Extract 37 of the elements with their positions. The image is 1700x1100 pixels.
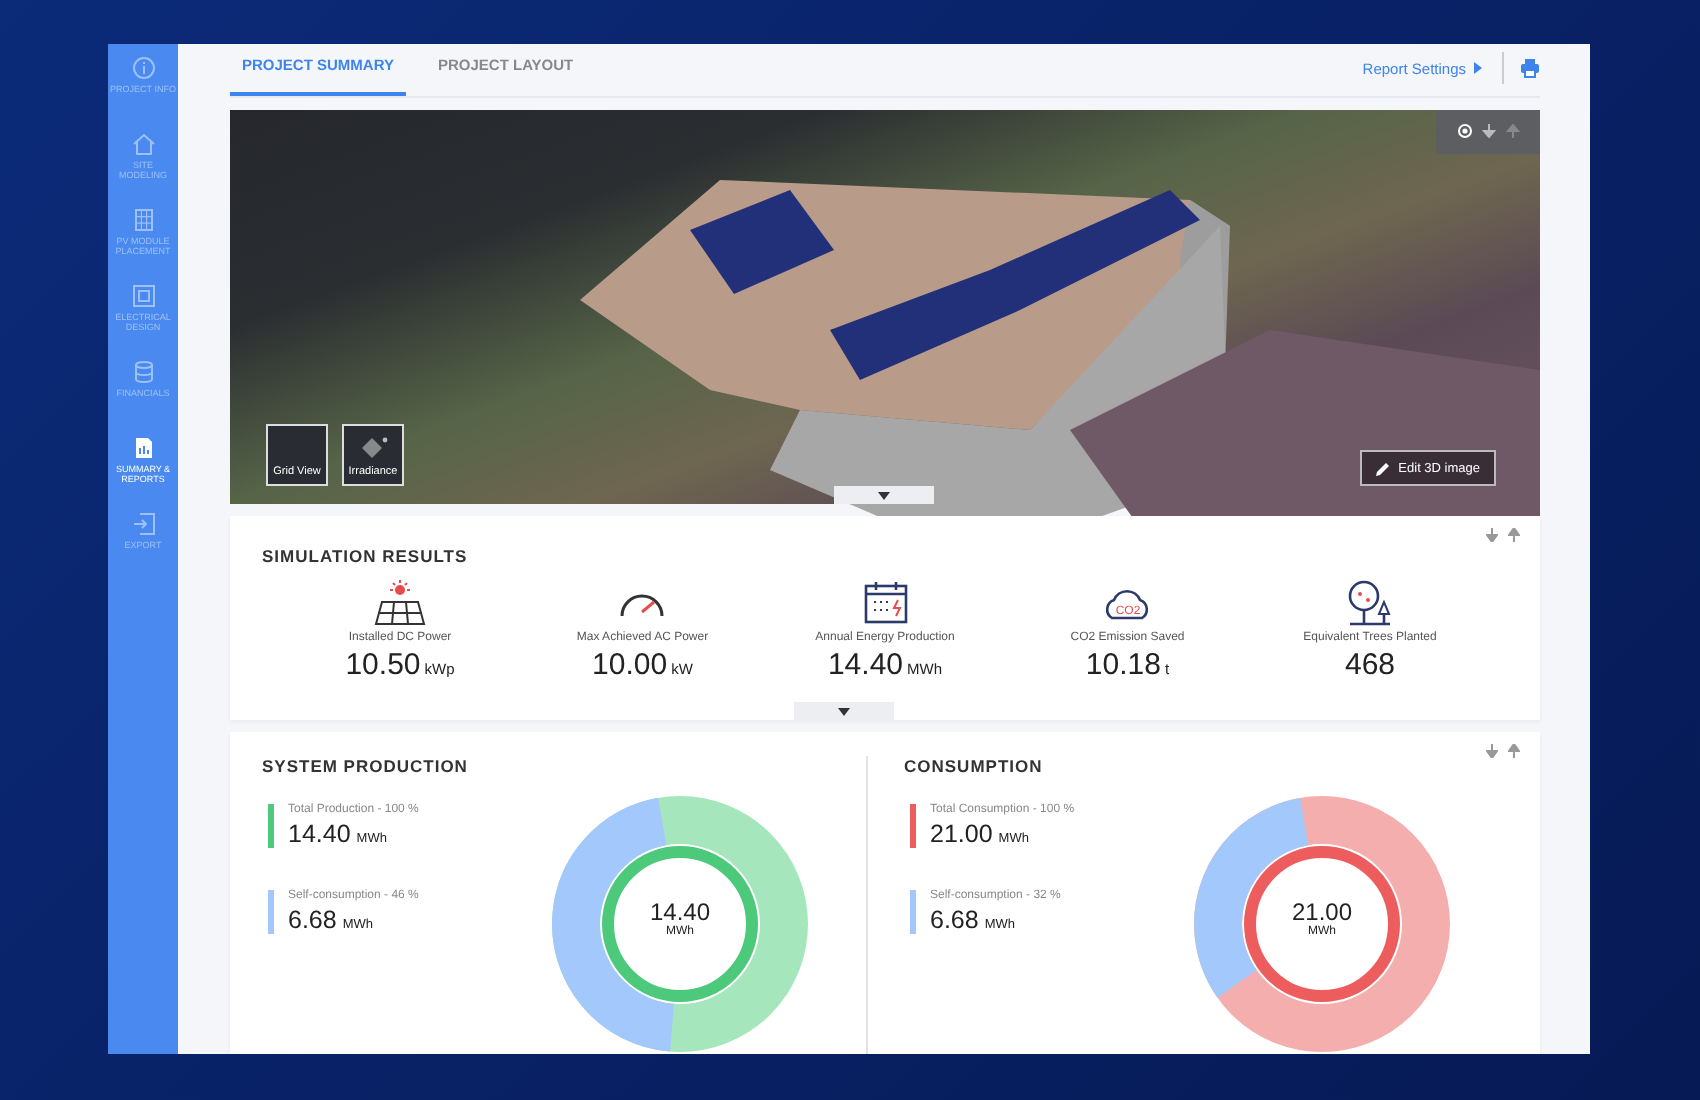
section-title: CONSUMPTION xyxy=(904,756,1045,776)
report-icon xyxy=(131,436,155,460)
stat-value: 6.68 xyxy=(930,906,979,934)
section-title: SYSTEM PRODUCTION xyxy=(262,756,470,776)
solar-panel-icon xyxy=(370,578,430,627)
stat-value: 21.00 xyxy=(930,820,993,848)
metric-value: 468 xyxy=(1344,648,1396,683)
metric-value: 10.00 xyxy=(592,648,668,683)
print-icon[interactable] xyxy=(1520,57,1540,78)
arrow-down-icon xyxy=(1481,124,1495,139)
arrow-up-icon xyxy=(1508,528,1520,543)
metric-value: 10.18 xyxy=(1085,648,1161,683)
caret-icon xyxy=(1474,62,1482,75)
stat-value: 14.40 xyxy=(288,820,351,848)
donut-value: 21.00 xyxy=(1291,898,1353,926)
stat-value: 6.68 xyxy=(288,906,337,934)
info-icon xyxy=(131,56,155,80)
database-icon xyxy=(131,360,155,384)
collapse-toggle[interactable] xyxy=(834,486,934,505)
collapse-toggle[interactable] xyxy=(794,702,894,720)
donut-value: 14.40 xyxy=(649,898,711,926)
arrow-up-icon xyxy=(1508,744,1520,758)
house-icon xyxy=(131,132,155,156)
caret-down-icon xyxy=(878,491,890,500)
export-icon xyxy=(131,512,155,536)
grid-icon xyxy=(131,208,155,232)
arrow-down-icon xyxy=(1486,528,1498,543)
circuit-icon xyxy=(131,284,155,308)
arrow-down-icon xyxy=(1486,744,1498,758)
target-icon xyxy=(1457,124,1471,139)
pencil-icon xyxy=(1376,461,1391,476)
section-title: SIMULATION RESULTS xyxy=(262,546,470,567)
diamond-icon xyxy=(359,436,387,461)
metric-value: 10.50 xyxy=(345,648,421,683)
metric-value: 14.40 xyxy=(827,648,904,683)
caret-down-icon xyxy=(838,707,850,715)
arrow-up-icon xyxy=(1505,124,1519,139)
